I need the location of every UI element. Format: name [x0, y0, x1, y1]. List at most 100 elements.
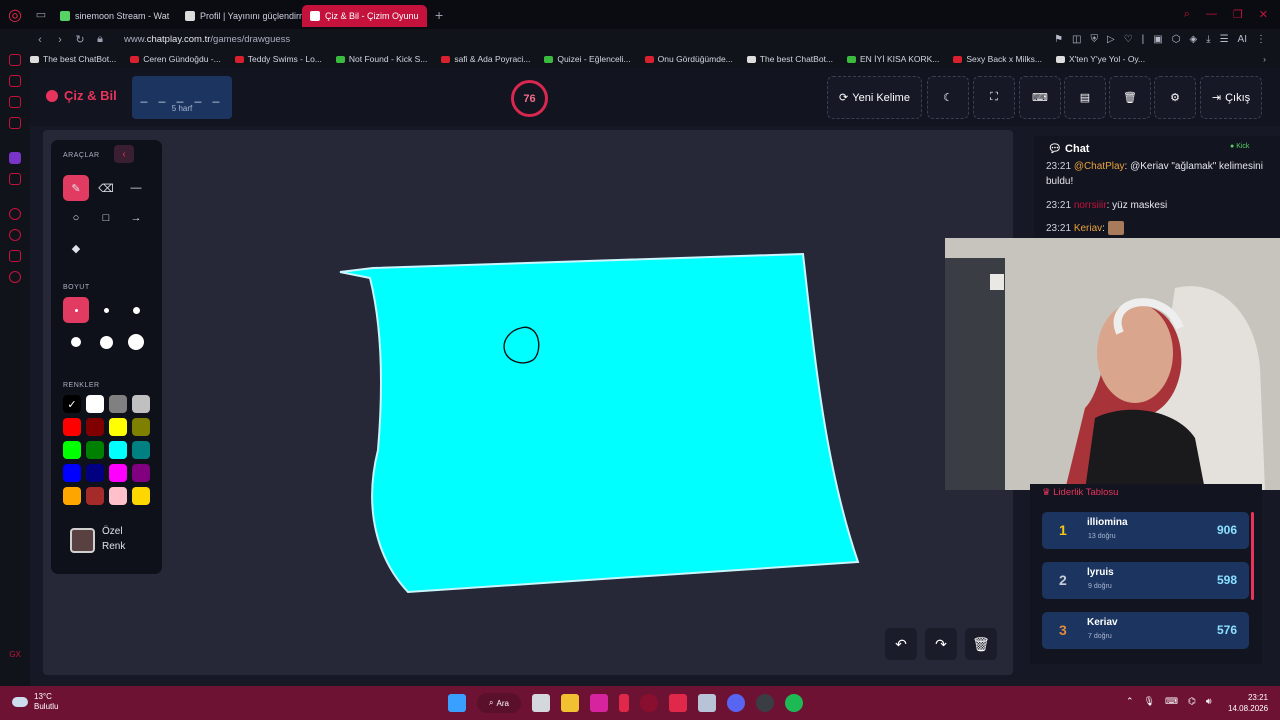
color-swatch[interactable] [132, 418, 150, 436]
theme-toggle-button[interactable]: ☾ [927, 76, 969, 119]
keyboard-button[interactable]: ⌨ [1019, 76, 1061, 119]
play-icon[interactable]: ▷ [1107, 34, 1115, 45]
bookmark-item[interactable]: safi & Ada Poyraci... [441, 54, 530, 64]
opera-logo-icon[interactable]: ◎ [0, 0, 30, 29]
color-swatch[interactable] [109, 464, 127, 482]
sidebar-percent-icon[interactable] [9, 173, 21, 185]
media-icon[interactable] [669, 694, 687, 712]
color-swatch[interactable] [86, 487, 104, 505]
redo-button[interactable]: ↷ [925, 628, 957, 660]
color-swatch[interactable] [109, 418, 127, 436]
color-swatch[interactable] [132, 441, 150, 459]
tab-menu-icon[interactable]: ▭ [30, 0, 52, 29]
back-icon[interactable]: ‹ [30, 34, 50, 46]
maximize-icon[interactable]: ❐ [1233, 8, 1243, 21]
search-tabs-icon[interactable]: ⌕ [1184, 8, 1190, 21]
color-swatch[interactable] [109, 395, 127, 413]
start-icon[interactable] [448, 694, 466, 712]
new-tab-button[interactable]: + [427, 7, 451, 23]
extensions-icon[interactable]: ⬡ [1172, 34, 1181, 45]
opera-gx-icon[interactable] [640, 694, 658, 712]
color-swatch[interactable] [63, 464, 81, 482]
arrow-tool-button[interactable]: → [123, 205, 149, 231]
bookmark-item[interactable]: Onu Gördüğümde... [644, 54, 733, 64]
camera-icon[interactable]: ◫ [1072, 34, 1081, 45]
brush-tool-button[interactable]: ✎ [63, 175, 89, 201]
discord-icon[interactable] [727, 694, 745, 712]
download-icon[interactable]: ⤓ [1206, 34, 1210, 45]
sidebar-tiktok-icon[interactable] [9, 54, 21, 66]
weather-widget[interactable]: 13°C Bulutlu [12, 692, 58, 712]
url-field[interactable]: www.chatplay.com.tr/games/drawguess [124, 34, 290, 45]
bookmark-item[interactable]: Teddy Swims - Lo... [234, 54, 322, 64]
line-tool-button[interactable]: — [123, 175, 149, 201]
color-swatch[interactable] [86, 464, 104, 482]
forward-icon[interactable]: › [50, 34, 70, 46]
sidebar-chat-icon[interactable] [9, 96, 21, 108]
clock[interactable]: 23:21 14.08.2026 [1228, 692, 1268, 714]
color-swatch[interactable] [63, 441, 81, 459]
bookmark-item[interactable]: X'ten Y'ye Yol - Oy... [1055, 54, 1145, 64]
snapshot-icon[interactable]: ▣ [1153, 34, 1162, 45]
color-swatch[interactable] [63, 487, 81, 505]
size-6-button[interactable] [123, 329, 149, 355]
color-swatch[interactable]: ✓ [63, 395, 81, 413]
bookmark-item[interactable]: Ceren Gündoğdu -... [130, 54, 221, 64]
sidebar-history-icon[interactable] [9, 229, 21, 241]
close-icon[interactable]: ✕ [1259, 8, 1268, 21]
sidebar-settings-icon[interactable] [9, 271, 21, 283]
fullscreen-button[interactable]: ⛶ [973, 76, 1015, 119]
color-swatch[interactable] [109, 487, 127, 505]
circle-tool-button[interactable]: ○ [63, 205, 89, 231]
bookmark-item[interactable]: The best ChatBot... [30, 54, 116, 64]
more-icon[interactable]: ⋮ [1256, 34, 1266, 45]
menu-icon[interactable]: ☰ [1220, 34, 1229, 45]
tab-1[interactable]: Profil | Yayınını güçlendirme [177, 5, 302, 27]
shield-icon[interactable]: ⛨ [1090, 34, 1098, 45]
color-swatch[interactable] [86, 395, 104, 413]
spotify-icon[interactable] [785, 694, 803, 712]
bookmark-item[interactable]: Not Found - Kick S... [335, 54, 427, 64]
drawing-canvas[interactable] [43, 130, 1013, 675]
bookmark-item[interactable]: Quizei - Eğlenceli... [544, 54, 631, 64]
file-explorer-icon[interactable] [561, 694, 579, 712]
color-swatch[interactable] [86, 418, 104, 436]
undo-button[interactable]: ↶ [885, 628, 917, 660]
color-swatch[interactable] [132, 395, 150, 413]
obs-icon[interactable] [756, 694, 774, 712]
task-view-icon[interactable] [532, 694, 550, 712]
color-swatch[interactable] [63, 418, 81, 436]
search-button[interactable]: ⌕ Ara [477, 693, 521, 713]
bookmark-item[interactable]: The best ChatBot... [746, 54, 833, 64]
color-swatch[interactable] [132, 464, 150, 482]
exit-button[interactable]: ⇥ Çıkış [1200, 76, 1262, 119]
size-5-button[interactable] [93, 329, 119, 355]
wifi-icon[interactable]: ⌬ [1188, 696, 1196, 707]
delete-button[interactable]: 🗑︎ [1109, 76, 1151, 119]
rectangle-tool-button[interactable]: □ [93, 205, 119, 231]
minimize-icon[interactable]: — [1206, 8, 1217, 21]
clear-canvas-button[interactable]: 🗑︎ [965, 628, 997, 660]
tab-0[interactable]: sinemoon Stream - Wat [52, 5, 177, 27]
instagram-icon[interactable] [590, 694, 608, 712]
bookmarks-more-icon[interactable]: › [1263, 54, 1280, 64]
collapse-panel-button[interactable]: ‹ [114, 145, 134, 163]
settings-button[interactable]: ⚙ [1154, 76, 1196, 119]
color-swatch[interactable] [109, 441, 127, 459]
reload-icon[interactable]: ↻ [70, 33, 90, 46]
size-1-button[interactable] [63, 297, 89, 323]
sidebar-panel-icon[interactable] [9, 117, 21, 129]
size-2-button[interactable] [93, 297, 119, 323]
sidebar-twitch-icon[interactable] [9, 152, 21, 164]
size-3-button[interactable] [123, 297, 149, 323]
new-word-button[interactable]: ⟳ Yeni Kelime [827, 76, 922, 119]
ai-button[interactable]: AI [1238, 34, 1247, 45]
leaderboard-scrollbar[interactable] [1251, 512, 1254, 600]
microphone-icon[interactable]: 🎙︎ [1144, 696, 1155, 707]
bookmark-icon[interactable]: ⚑ [1054, 34, 1063, 45]
cube-icon[interactable]: ◈ [1189, 34, 1197, 45]
eraser-tool-button[interactable]: ⌫ [93, 175, 119, 201]
app-icon[interactable] [619, 694, 629, 712]
size-4-button[interactable] [63, 329, 89, 355]
sidebar-cube-icon[interactable] [9, 250, 21, 262]
